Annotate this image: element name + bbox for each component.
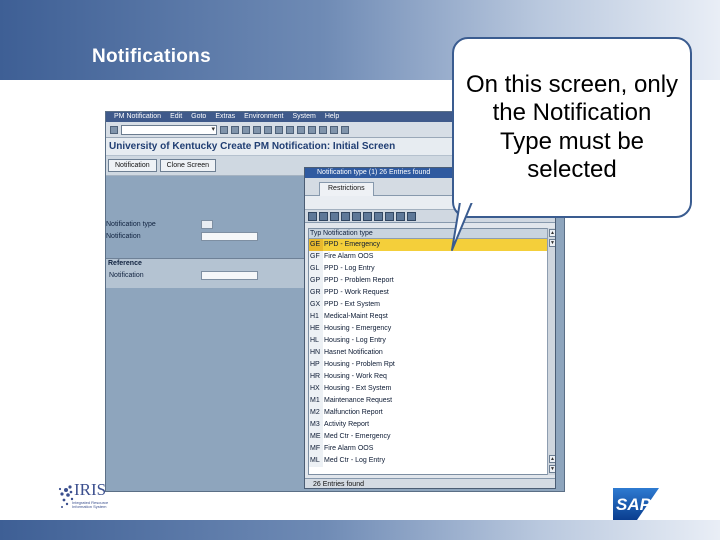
callout-tail [451,200,474,251]
list-item[interactable]: H1 Medical-Maint Reqst [309,311,547,323]
list-item[interactable]: M1 Maintenance Request [309,395,547,407]
menu-edit[interactable]: Edit [170,112,182,122]
menu-help[interactable]: Help [325,112,339,122]
find-next-icon[interactable] [363,211,372,221]
list-item[interactable]: ME Med Ctr - Emergency [309,431,547,443]
list-item[interactable]: GP PPD - Problem Report [309,275,547,287]
scroll-down-icon[interactable]: ▼ [549,239,555,247]
dropdown-icon[interactable]: ▾ [211,125,215,133]
notification-type-input[interactable] [201,220,213,229]
sort-icon[interactable] [330,211,339,221]
callout-bubble: On this screen, only the Notification Ty… [452,37,692,218]
menu-goto[interactable]: Goto [191,112,206,122]
footer-band [0,520,720,540]
filter-icon[interactable] [341,211,350,221]
list-item[interactable]: M3 Activity Report [309,419,547,431]
list-scrollbar[interactable]: ▲ ▼ ▲ ▼ [547,228,555,475]
menu-extras[interactable]: Extras [215,112,235,122]
print-icon[interactable] [385,211,394,221]
check-icon[interactable] [110,125,118,134]
reference-group: Reference Notification [106,258,306,288]
list-item[interactable]: MF Fire Alarm OOS [309,443,547,455]
menu-environment[interactable]: Environment [244,112,283,122]
print-icon[interactable] [253,125,261,134]
column-notification-type[interactable]: Notification type [323,229,373,238]
new-session-icon[interactable] [319,125,327,134]
list-item[interactable]: GL PPD - Log Entry [309,263,547,275]
menu-system[interactable]: System [292,112,315,122]
clone-screen-button[interactable]: Clone Screen [159,159,217,172]
notification-type-label: Notification type [106,221,156,228]
first-page-icon[interactable] [275,125,283,134]
cancel-icon[interactable] [319,211,328,221]
shortcut-icon[interactable] [330,125,338,134]
sap-logo-icon: SAP [613,488,659,520]
dialog-status-bar: 26 Entries found [305,478,555,488]
reference-group-title: Reference [108,260,142,267]
slide-title: Notifications [92,46,211,67]
scroll-down-icon[interactable]: ▼ [549,465,555,473]
iris-logo-subtitle: Integrated Resource Information System [72,500,109,509]
list-item[interactable]: HN Hasnet Notification [309,347,547,359]
list-item-selected[interactable]: GE PPD - Emergency [309,239,547,251]
cancel-icon[interactable] [242,125,250,134]
list-item[interactable]: HE Housing - Emergency [309,323,547,335]
iris-logo-text: IRIS [74,480,107,499]
command-field[interactable]: ▾ [121,124,217,135]
list-item[interactable]: HL Housing - Log Entry [309,335,547,347]
next-page-icon[interactable] [297,125,305,134]
previous-page-icon[interactable] [286,125,294,134]
list-item[interactable]: GF Fire Alarm OOS [309,251,547,263]
find-icon[interactable] [352,211,361,221]
exit-icon[interactable] [231,125,239,134]
ref-notification-label: Notification [109,272,144,279]
list-item[interactable]: M2 Malfunction Report [309,407,547,419]
notification-label: Notification [106,233,141,240]
scroll-up-icon[interactable]: ▲ [549,229,555,237]
list-header: Typ Notification type [309,229,547,239]
last-page-icon[interactable] [308,125,316,134]
find-icon[interactable] [264,125,272,134]
list-item[interactable]: HP Housing - Problem Rpt [309,359,547,371]
continue-icon[interactable] [308,211,317,221]
layout-icon[interactable] [396,211,405,221]
scroll-up-icon[interactable]: ▲ [549,455,555,463]
menu-pm-notification[interactable]: PM Notification [114,112,161,122]
tab-restrictions[interactable]: Restrictions [319,182,374,196]
notification-input[interactable] [201,232,258,241]
info-icon[interactable] [374,211,383,221]
list-item[interactable]: HR Housing - Work Req [309,371,547,383]
notification-button[interactable]: Notification [108,159,157,172]
list-item[interactable]: GX PPD - Ext System [309,299,547,311]
sap-logo-text: SAP [616,495,652,514]
list-item[interactable]: GR PPD - Work Request [309,287,547,299]
back-icon[interactable] [220,125,228,134]
help-icon[interactable] [341,125,349,134]
ref-notification-input[interactable] [201,271,258,280]
settings-icon[interactable] [407,211,416,221]
notification-type-list: Typ Notification type GE PPD - Emergency … [308,228,548,475]
list-item[interactable]: ML Med Ctr - Log Entry [309,455,547,467]
column-type-code[interactable]: Typ [309,229,323,238]
list-item[interactable]: HX Housing - Ext System [309,383,547,395]
